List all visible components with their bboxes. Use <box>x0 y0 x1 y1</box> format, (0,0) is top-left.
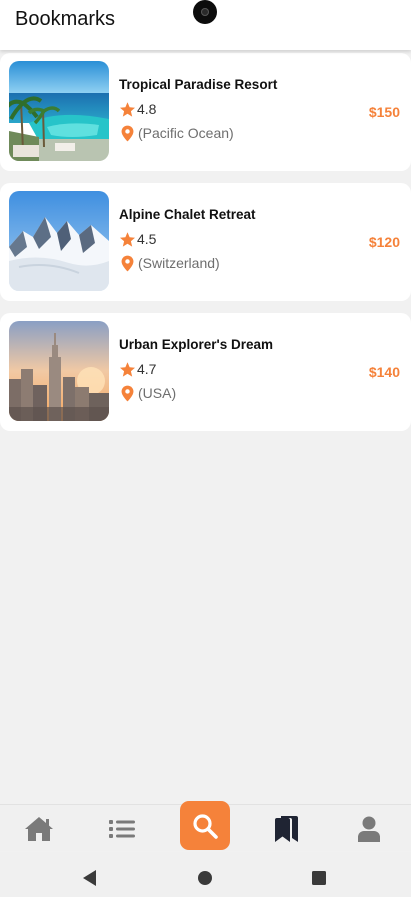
city-thumbnail <box>9 321 109 421</box>
location-text: (USA) <box>138 385 177 401</box>
profile-icon <box>358 816 380 842</box>
chalet-thumbnail <box>9 191 109 291</box>
nav-profile[interactable] <box>344 805 394 852</box>
star-icon <box>119 231 136 247</box>
price: $140 <box>368 364 400 380</box>
bookmarks-list: Tropical Paradise Resort 4.8 (Pacific Oc… <box>0 53 411 443</box>
nav-home[interactable] <box>14 805 64 852</box>
location: (Switzerland) <box>121 254 220 272</box>
star-icon <box>119 101 136 117</box>
list-icon <box>109 819 135 838</box>
rating: 4.8 <box>119 100 156 118</box>
nav-list[interactable] <box>97 805 147 852</box>
location-pin-icon <box>121 125 134 141</box>
nav-bookmarks[interactable] <box>261 805 311 852</box>
page-title: Bookmarks <box>15 8 116 30</box>
location-pin-icon <box>121 385 134 401</box>
location-text: (Switzerland) <box>138 255 220 271</box>
camera-cutout <box>193 0 217 24</box>
location-pin-icon <box>121 255 134 271</box>
bottom-navigation <box>0 801 411 852</box>
rating-value: 4.8 <box>137 101 157 117</box>
rating-value: 4.7 <box>137 361 157 377</box>
bookmark-title: Tropical Paradise Resort <box>119 77 278 92</box>
bookmark-card[interactable]: Tropical Paradise Resort 4.8 (Pacific Oc… <box>0 53 411 171</box>
system-navigation-bar <box>0 852 411 897</box>
search-icon <box>193 813 218 839</box>
recents-icon[interactable] <box>311 869 327 887</box>
home-icon <box>25 816 53 841</box>
rating: 4.5 <box>119 230 156 248</box>
star-icon <box>119 361 136 377</box>
bookmark-card[interactable]: Urban Explorer's Dream 4.7 (USA) $140 <box>0 313 411 431</box>
location: (Pacific Ocean) <box>121 124 234 142</box>
resort-thumbnail <box>9 61 109 161</box>
price: $120 <box>368 234 400 250</box>
price: $150 <box>368 104 400 120</box>
location-text: (Pacific Ocean) <box>138 125 234 141</box>
rating: 4.7 <box>119 360 156 378</box>
app-header: Bookmarks <box>0 0 411 50</box>
bookmarks-icon <box>275 815 298 842</box>
rating-value: 4.5 <box>137 231 157 247</box>
nav-search[interactable] <box>180 801 230 850</box>
bookmark-title: Alpine Chalet Retreat <box>119 207 256 222</box>
back-icon[interactable] <box>82 869 98 887</box>
location: (USA) <box>121 384 176 402</box>
bookmark-card[interactable]: Alpine Chalet Retreat 4.5 (Switzerland) … <box>0 183 411 301</box>
bookmark-title: Urban Explorer's Dream <box>119 337 274 352</box>
home-circle-icon[interactable] <box>197 869 213 887</box>
